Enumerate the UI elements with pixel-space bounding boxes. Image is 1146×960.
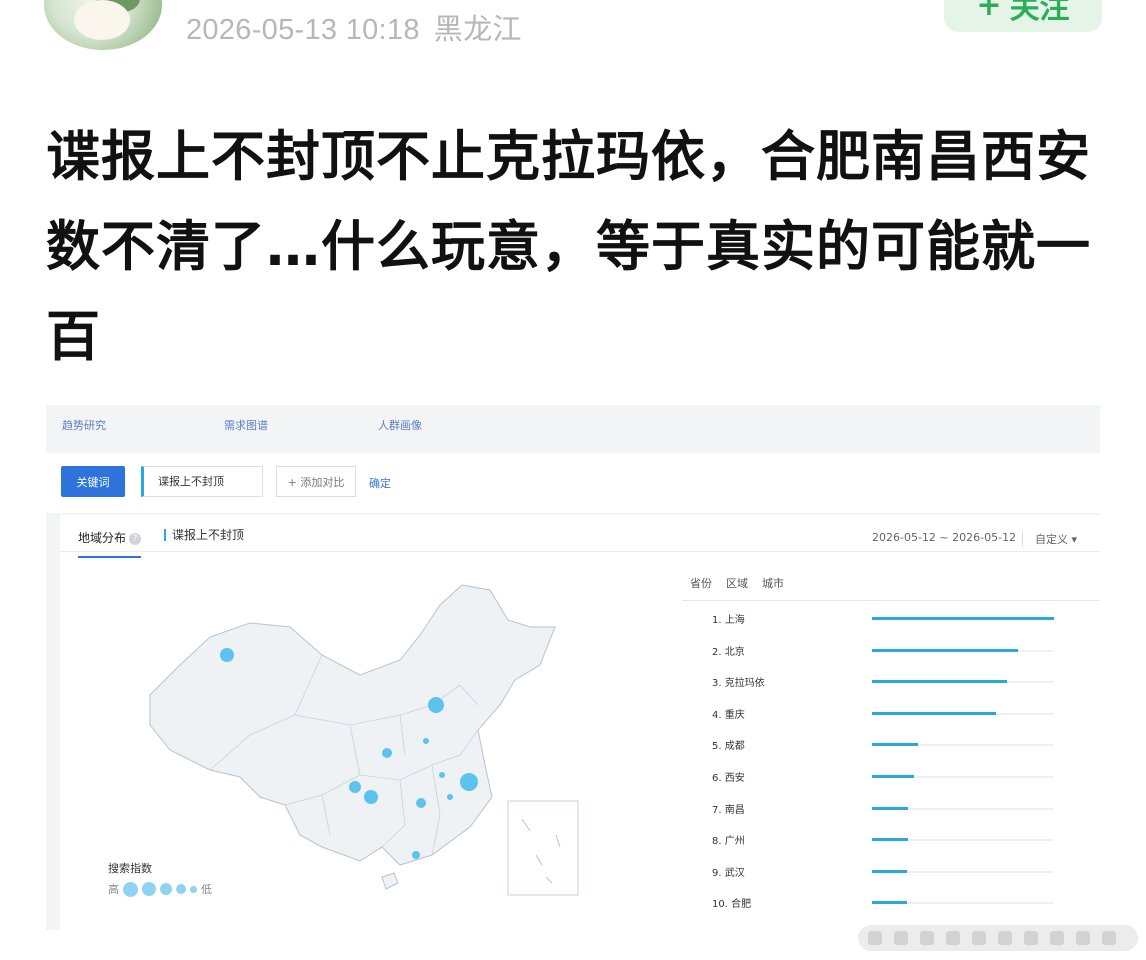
- rank-bar-track: [872, 838, 1054, 842]
- rank-label: 3. 克拉玛依: [712, 678, 765, 690]
- rank-bar-track: [872, 743, 1054, 747]
- rank-bar-track: [872, 869, 1054, 873]
- keyword-button[interactable]: 关键词: [61, 466, 125, 497]
- rank-bar-track: [872, 648, 1054, 652]
- map-bubble: [412, 851, 420, 859]
- legend-dot: [142, 882, 156, 896]
- rank-label: 8. 广州: [712, 836, 745, 848]
- rank-bar: [872, 806, 909, 810]
- legend-title: 搜索指数: [108, 862, 152, 875]
- rank-bar-track: [872, 617, 1054, 620]
- legend-scale: 高 低: [108, 881, 212, 897]
- region-panel: 地域分布? 谍报上不封顶 2026-05-12 ~ 2026-05-12 自定义…: [60, 515, 1100, 930]
- rank-bar: [872, 775, 914, 778]
- custom-label: 自定义: [1035, 533, 1068, 546]
- map-bubble: [416, 798, 426, 808]
- map-outline: [149, 584, 556, 866]
- follow-button[interactable]: + 关注: [944, 0, 1102, 32]
- map-bubble: [220, 648, 234, 662]
- watermark: [858, 925, 1138, 951]
- map-bubble: [423, 738, 429, 744]
- map-bubble: [349, 781, 361, 793]
- help-icon[interactable]: ?: [129, 532, 142, 545]
- avatar[interactable]: [44, 0, 162, 50]
- toolbar: 关键词 谍报上不封顶 + 添加对比 确定: [46, 453, 1100, 513]
- map-bubble: [428, 697, 444, 713]
- rank-bar: [872, 617, 1054, 620]
- rank-tabs: 省份 区域 城市: [690, 575, 784, 591]
- date-range[interactable]: 2026-05-12 ~ 2026-05-12: [872, 531, 1016, 544]
- rank-row: 9. 武汉: [712, 864, 1100, 880]
- rank-bar-track: [872, 775, 1054, 778]
- post-timestamp: 2026-05-13 10:18: [186, 14, 420, 46]
- rank-bar: [872, 901, 907, 905]
- legend-dot: [160, 883, 172, 895]
- rank-label: 4. 重庆: [712, 709, 745, 721]
- map-bubble: [447, 794, 453, 800]
- rank-row: 7. 南昌: [712, 801, 1100, 817]
- keyword-input[interactable]: 谍报上不封顶: [141, 466, 263, 497]
- rank-row: 2. 北京: [712, 643, 1100, 659]
- tab-province[interactable]: 省份: [690, 575, 712, 591]
- plus-icon: +: [976, 0, 1002, 23]
- hainan-island: [381, 872, 399, 890]
- rank-bar: [872, 648, 1018, 652]
- rank-row: 8. 广州: [712, 832, 1100, 848]
- divider: [682, 600, 1100, 601]
- rank-label: 7. 南昌: [712, 804, 745, 816]
- rank-label: 6. 西安: [712, 773, 745, 784]
- chevron-down-icon: ▾: [1071, 533, 1078, 546]
- rank-bar-track: [872, 901, 1054, 905]
- nav-item-audience[interactable]: 人群画像: [378, 417, 422, 432]
- map-bubble: [439, 772, 445, 778]
- map-bubble: [382, 748, 392, 758]
- rank-label: 10. 合肥: [712, 899, 752, 911]
- legend-dot: [190, 885, 197, 893]
- rank-bar: [872, 743, 918, 747]
- legend-low: 低: [201, 883, 212, 896]
- rank-row: 5. 成都: [712, 737, 1100, 753]
- map-bubble: [364, 790, 378, 804]
- legend-dot: [176, 884, 186, 894]
- post-title: 谍报上不封顶不止克拉玛依，合肥南昌西安数不清了…什么玩意，等于真实的可能就一百: [46, 125, 1091, 368]
- rank-label: 5. 成都: [712, 741, 745, 753]
- rank-row: 3. 克拉玛依: [712, 674, 1100, 690]
- rank-bar: [872, 838, 909, 842]
- tab-keyword: 谍报上不封顶: [164, 529, 244, 541]
- rank-bar-track: [872, 680, 1054, 684]
- rank-bar: [872, 869, 907, 873]
- nav-item-demand[interactable]: 需求图谱: [224, 417, 268, 432]
- tab-area[interactable]: 区域: [726, 575, 748, 591]
- south-sea-inset: [507, 800, 579, 896]
- legend-high: 高: [108, 883, 119, 896]
- rank-row: 10. 合肥: [712, 895, 1100, 911]
- post-location: 黑龙江: [433, 12, 522, 46]
- tab-region[interactable]: 地域分布?: [78, 529, 142, 558]
- nav-item-trend[interactable]: 趋势研究: [62, 417, 106, 432]
- add-compare-button[interactable]: + 添加对比: [276, 466, 356, 497]
- tab-region-label: 地域分布: [78, 531, 127, 545]
- embedded-screenshot: 趋势研究 需求图谱 人群画像 关键词 谍报上不封顶 + 添加对比 确定 地域分布…: [46, 405, 1100, 930]
- custom-select[interactable]: 自定义 ▾: [1022, 531, 1077, 547]
- rank-label: 1. 上海: [712, 615, 745, 626]
- rank-row: 1. 上海: [712, 611, 1100, 627]
- rank-label: 9. 武汉: [712, 867, 745, 879]
- rank-row: 6. 西安: [712, 769, 1100, 785]
- rank-row: 4. 重庆: [712, 706, 1100, 722]
- tab-city[interactable]: 城市: [762, 575, 784, 591]
- follow-label: 关注: [1009, 0, 1070, 26]
- rank-label: 2. 北京: [712, 646, 745, 658]
- rank-bar-track: [872, 806, 1054, 810]
- map-bubble: [460, 773, 478, 791]
- rank-bar: [872, 711, 996, 715]
- rank-bar: [872, 680, 1007, 684]
- confirm-link[interactable]: 确定: [369, 475, 391, 491]
- rank-bar-track: [872, 711, 1054, 715]
- post-meta: 2026-05-13 10:18 黑龙江: [186, 6, 522, 48]
- legend-dot: [123, 881, 138, 897]
- top-nav: 趋势研究 需求图谱 人群画像: [46, 405, 1100, 435]
- divider: [60, 551, 1100, 552]
